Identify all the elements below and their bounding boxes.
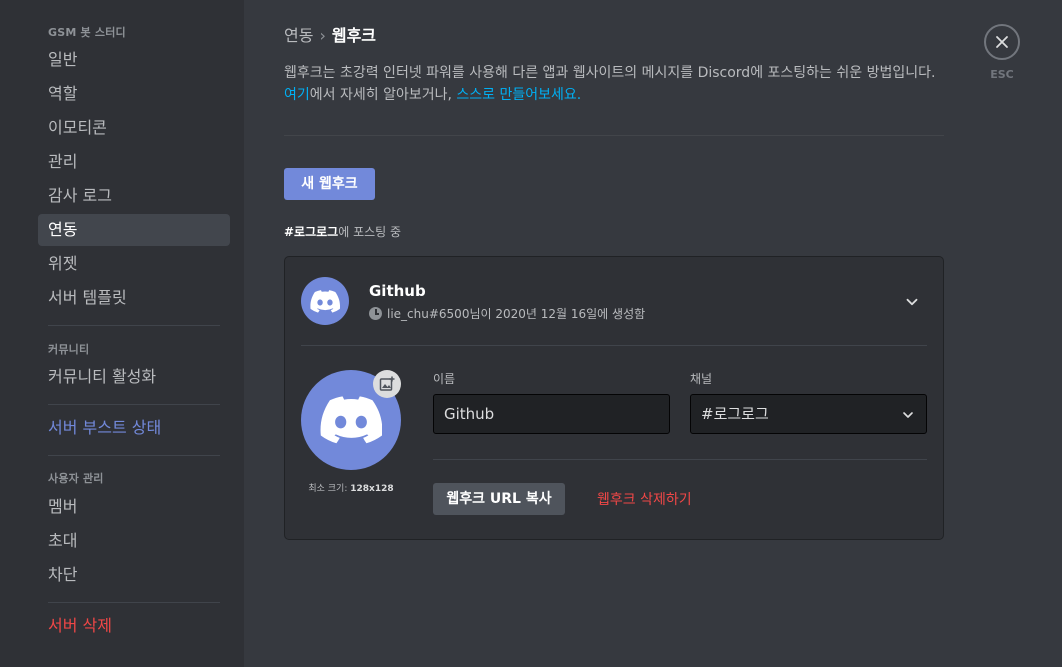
sidebar-header-server: GSM 봇 스터디: [48, 26, 126, 39]
sidebar-item-roles[interactable]: 역할: [38, 78, 230, 110]
section-divider: [284, 135, 944, 136]
webhook-name: Github: [369, 282, 426, 300]
sidebar-item-emoji[interactable]: 이모티콘: [38, 112, 230, 144]
sidebar-item-bans[interactable]: 차단: [38, 559, 230, 591]
sidebar-item-moderation[interactable]: 관리: [38, 146, 230, 178]
description-text: 웹후크는 초강력 인터넷 파워를 사용해 다른 앱과 웹사이트의 메시지를 Di…: [284, 65, 936, 81]
posting-channel-info: #로그로그에 포스팅 중: [284, 223, 401, 240]
chevron-down-icon: [903, 412, 913, 418]
esc-label: ESC: [990, 68, 1014, 81]
channel-select-value: #로그로그: [701, 405, 769, 423]
sidebar-item-enable-community[interactable]: 커뮤니티 활성화: [38, 361, 230, 393]
discord-logo-icon: [320, 396, 382, 444]
close-button[interactable]: [984, 24, 1020, 60]
copy-webhook-url-button[interactable]: 웹후크 URL 복사: [433, 483, 565, 515]
sidebar-item-server-template[interactable]: 서버 템플릿: [38, 282, 230, 314]
sidebar-header-user-management: 사용자 관리: [48, 472, 104, 485]
learn-more-link[interactable]: 여기: [284, 87, 310, 103]
chevron-down-icon[interactable]: [903, 293, 921, 311]
settings-sidebar: GSM 봇 스터디 일반 역할 이모티콘 관리 감사 로그 연동 위젯 서버 템…: [0, 0, 244, 667]
form-divider: [433, 459, 927, 460]
new-webhook-button[interactable]: 새 웹후크: [284, 168, 375, 200]
description-text: 에서 자세히 알아보거나,: [309, 87, 457, 103]
close-icon: [996, 36, 1008, 48]
name-field-label: 이름: [433, 372, 456, 386]
sidebar-divider: [48, 602, 220, 603]
breadcrumb-parent[interactable]: 연동: [284, 26, 313, 45]
webhook-card: Github lie_chu#6500님이 2020년 12월 16일에 생성함…: [284, 256, 944, 540]
sidebar-divider: [48, 325, 220, 326]
breadcrumb-chevron-icon: ›: [319, 26, 326, 45]
sidebar-item-delete-server[interactable]: 서버 삭제: [38, 610, 230, 642]
build-yourself-link[interactable]: 스스로 만들어보세요.: [456, 87, 581, 103]
discord-logo-icon: [310, 289, 340, 313]
channel-select[interactable]: #로그로그: [690, 394, 927, 434]
posting-channel: #로그로그: [284, 225, 339, 239]
breadcrumb-current: 웹후크: [331, 26, 377, 45]
add-image-icon[interactable]: [373, 370, 401, 398]
webhook-avatar: [301, 277, 349, 325]
delete-webhook-button[interactable]: 웹후크 삭제하기: [597, 489, 692, 509]
breadcrumb: 연동 › 웹후크: [284, 22, 376, 46]
sidebar-item-invites[interactable]: 초대: [38, 525, 230, 557]
sidebar-header-community: 커뮤니티: [48, 343, 90, 356]
sidebar-item-audit-log[interactable]: 감사 로그: [38, 180, 230, 212]
sidebar-divider: [48, 404, 220, 405]
posting-suffix: 에 포스팅 중: [338, 225, 402, 239]
min-size-hint: 최소 크기: 128x128: [301, 481, 401, 494]
channel-field-label: 채널: [690, 372, 713, 386]
sidebar-item-widget[interactable]: 위젯: [38, 248, 230, 280]
min-size-label: 최소 크기:: [308, 484, 351, 494]
sidebar-item-server-boost[interactable]: 서버 부스트 상태: [38, 412, 230, 444]
webhook-description: 웹후크는 초강력 인터넷 파워를 사용해 다른 앱과 웹사이트의 메시지를 Di…: [284, 62, 944, 106]
clock-icon: [369, 307, 382, 320]
webhook-created-text: lie_chu#6500님이 2020년 12월 16일에 생성함: [387, 307, 646, 321]
webhook-name-input[interactable]: Github: [433, 394, 670, 434]
sidebar-item-integrations[interactable]: 연동: [38, 214, 230, 246]
close-settings: ESC: [984, 24, 1020, 81]
min-size-value: 128x128: [350, 484, 394, 494]
sidebar-divider: [48, 455, 220, 456]
sidebar-item-general[interactable]: 일반: [38, 44, 230, 76]
webhook-created-meta: lie_chu#6500님이 2020년 12월 16일에 생성함: [369, 305, 645, 322]
card-divider: [301, 345, 927, 346]
sidebar-item-members[interactable]: 멤버: [38, 491, 230, 523]
